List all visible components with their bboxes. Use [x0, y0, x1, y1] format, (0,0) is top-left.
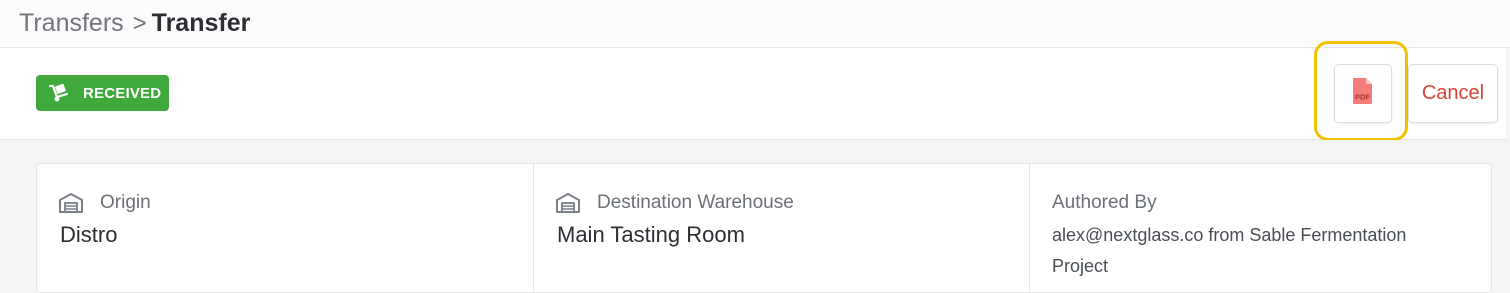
cancel-button[interactable]: Cancel [1408, 64, 1498, 123]
warehouse-icon [556, 193, 580, 213]
status-badge: RECEIVED [36, 75, 169, 111]
breadcrumb-transfers-link[interactable]: Transfers [19, 9, 124, 38]
pdf-icon-label: PDF [1355, 93, 1370, 102]
page-title: Transfer [151, 9, 251, 37]
transfer-details-card: Origin Distro Destination Warehouse Main… [36, 163, 1492, 293]
origin-value: Distro [60, 222, 118, 247]
origin-label-row: Origin [59, 192, 151, 214]
download-pdf-button[interactable]: PDF [1334, 64, 1392, 123]
origin-section: Origin Distro [37, 164, 534, 292]
destination-label: Destination Warehouse [597, 192, 794, 213]
authored-by-value: alex@nextglass.co from Sable Fermentatio… [1052, 225, 1407, 276]
transfer-toolbar: RECEIVED PDF Cancel [0, 41, 1506, 141]
authored-by-section: Authored By alex@nextglass.co from Sable… [1030, 164, 1491, 292]
hand-truck-icon [48, 83, 70, 103]
breadcrumb: Transfers > Transfer [0, 0, 1510, 48]
pdf-file-icon: PDF [1351, 77, 1375, 110]
origin-label: Origin [100, 192, 151, 213]
transfer-details: Origin Distro Destination Warehouse Main… [0, 140, 1506, 293]
destination-section: Destination Warehouse Main Tasting Room [534, 164, 1030, 292]
destination-value: Main Tasting Room [557, 222, 745, 247]
warehouse-icon [59, 193, 83, 213]
breadcrumb-separator: > [132, 9, 147, 37]
status-label: RECEIVED [83, 84, 162, 102]
destination-label-row: Destination Warehouse [556, 192, 794, 214]
authored-by-label: Authored By [1052, 192, 1157, 213]
